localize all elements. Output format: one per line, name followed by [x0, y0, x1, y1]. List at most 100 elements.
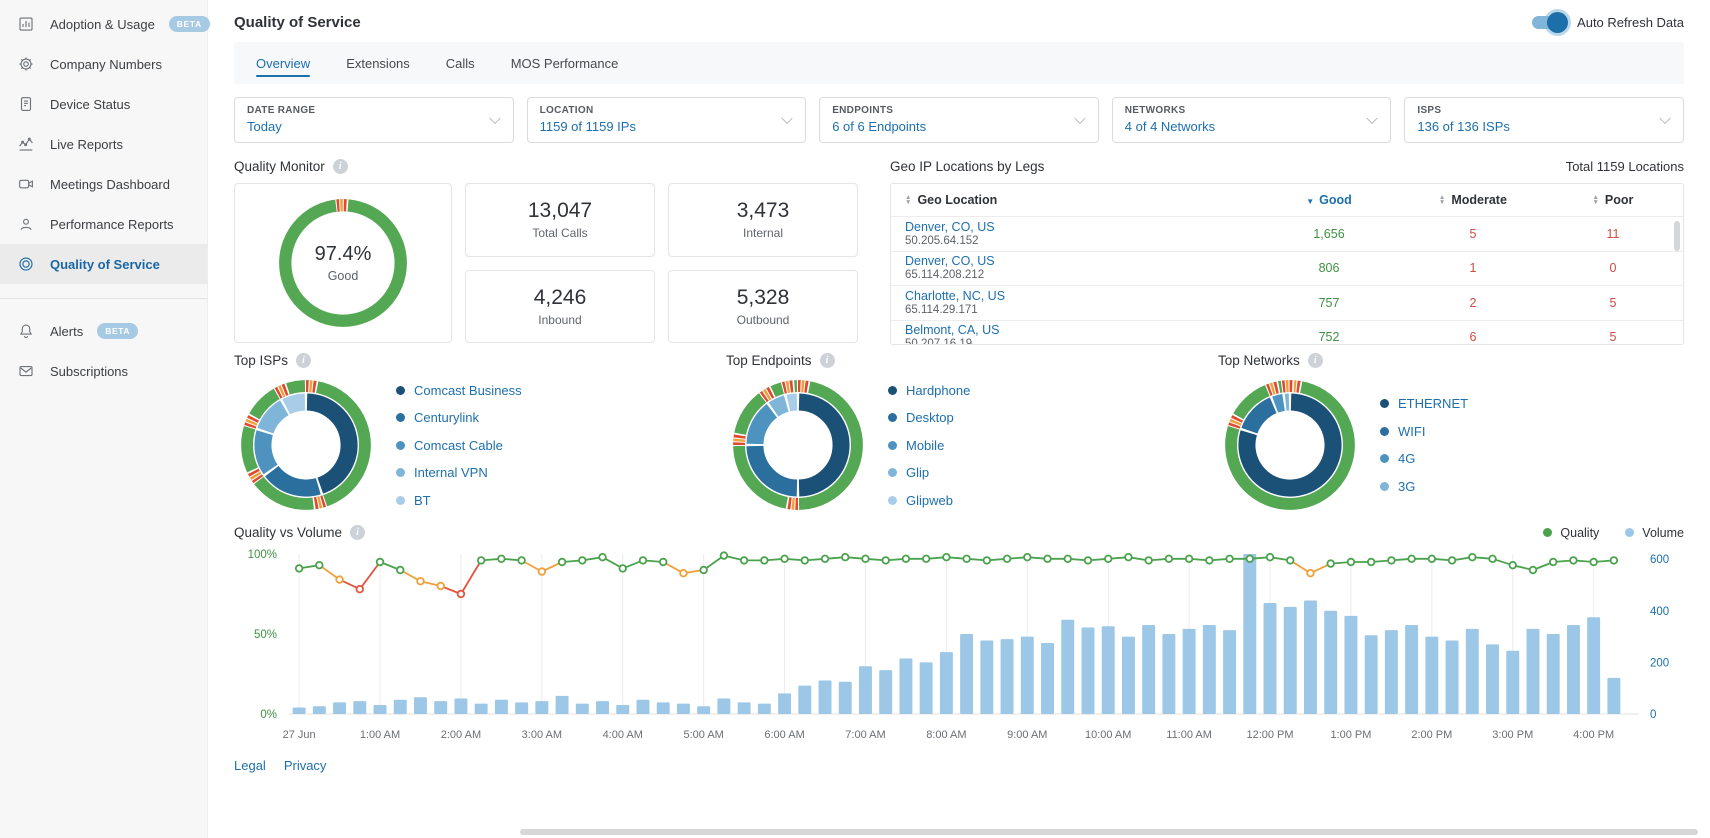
- legend-bullet-icon: [396, 441, 405, 450]
- filter-isps[interactable]: ISPS 136 of 136 ISPs: [1404, 97, 1684, 143]
- tab-mos-performance[interactable]: MOS Performance: [511, 42, 619, 84]
- legend-item[interactable]: ETHERNET: [1380, 396, 1468, 411]
- stat-value: 3,473: [737, 199, 790, 223]
- good-count: 1,656: [1255, 227, 1403, 241]
- filter-endpoints[interactable]: ENDPOINTS 6 of 6 Endpoints: [819, 97, 1099, 143]
- geo-table-sort-location[interactable]: ▲▼Geo Location: [905, 193, 1255, 207]
- beta-badge: BETA: [97, 323, 138, 339]
- sidebar-item-label: Quality of Service: [50, 257, 160, 272]
- info-icon[interactable]: i: [350, 525, 365, 540]
- poor-count: 5: [1543, 296, 1683, 310]
- good-count: 757: [1255, 296, 1403, 310]
- table-row: Denver, CO, US65.114.208.212 806 1 0: [891, 252, 1683, 287]
- table-row: Charlotte, NC, US65.114.29.171 757 2 5: [891, 286, 1683, 321]
- legend-item-quality[interactable]: Quality: [1543, 526, 1599, 540]
- good-count: 806: [1255, 261, 1403, 275]
- sidebar-item-subscriptions[interactable]: Subscriptions: [0, 351, 207, 391]
- table-row: Denver, CO, US50.205.64.152 1,656 5 11: [891, 217, 1683, 252]
- sidebar-item-live-reports[interactable]: Live Reports: [0, 124, 207, 164]
- sidebar-item-meetings-dashboard[interactable]: Meetings Dashboard: [0, 164, 207, 204]
- legend-item[interactable]: Mobile: [888, 438, 970, 453]
- legend-item[interactable]: Comcast Cable: [396, 438, 522, 453]
- legend-item-volume[interactable]: Volume: [1625, 526, 1684, 540]
- sidebar-item-alerts[interactable]: Alerts BETA: [0, 311, 207, 351]
- svg-text:0: 0: [1650, 709, 1656, 721]
- legend-bullet-icon: [888, 386, 897, 395]
- tab-calls[interactable]: Calls: [446, 42, 475, 84]
- auto-refresh-toggle[interactable]: [1532, 16, 1565, 29]
- sidebar-item-label: Device Status: [50, 97, 130, 112]
- tab-bar: Overview Extensions Calls MOS Performanc…: [234, 42, 1684, 84]
- moderate-count: 5: [1403, 227, 1543, 241]
- sidebar-item-performance-reports[interactable]: Performance Reports: [0, 204, 207, 244]
- top-endpoints-title: Top Endpoints: [726, 353, 812, 368]
- legend-bullet-icon: [888, 441, 897, 450]
- legend-item[interactable]: Internal VPN: [396, 465, 522, 480]
- legend-bullet-icon: [396, 413, 405, 422]
- legend-item[interactable]: 4G: [1380, 451, 1468, 466]
- page-header: Quality of Service Auto Refresh Data: [208, 0, 1710, 40]
- info-icon[interactable]: i: [1308, 353, 1323, 368]
- legend-item[interactable]: BT: [396, 493, 522, 508]
- svg-text:2:00 AM: 2:00 AM: [441, 729, 481, 741]
- sidebar-item-adoption-usage[interactable]: Adoption & Usage BETA: [0, 4, 207, 44]
- legend-item[interactable]: Hardphone: [888, 383, 970, 398]
- info-icon[interactable]: i: [296, 353, 311, 368]
- filter-networks[interactable]: NETWORKS 4 of 4 Networks: [1112, 97, 1392, 143]
- svg-text:7:00 AM: 7:00 AM: [845, 729, 885, 741]
- svg-text:400: 400: [1650, 606, 1669, 618]
- geo-table: ▲▼Geo Location ▼Good ▲▼Moderate ▲▼Poor D…: [890, 183, 1684, 345]
- stat-value: 13,047: [528, 199, 592, 223]
- legal-link[interactable]: Legal: [234, 758, 266, 773]
- sidebar-item-label: Live Reports: [50, 137, 123, 152]
- horizontal-scrollbar[interactable]: [520, 829, 1698, 835]
- legend-item[interactable]: WIFI: [1380, 424, 1468, 439]
- quality-vs-volume-title: Quality vs Volume: [234, 525, 342, 540]
- top-networks-title: Top Networks: [1218, 353, 1300, 368]
- geo-table-sort-good[interactable]: ▼Good: [1255, 193, 1403, 207]
- vertical-scrollbar[interactable]: [1674, 221, 1680, 251]
- legend-bullet-icon: [1543, 528, 1552, 537]
- sidebar-item-quality-of-service[interactable]: Quality of Service: [0, 244, 207, 284]
- svg-text:1:00 PM: 1:00 PM: [1330, 729, 1371, 741]
- geo-table-sort-moderate[interactable]: ▲▼Moderate: [1403, 193, 1543, 207]
- geo-table-sort-poor[interactable]: ▲▼Poor: [1543, 193, 1683, 207]
- svg-text:6:00 AM: 6:00 AM: [764, 729, 804, 741]
- svg-text:3:00 PM: 3:00 PM: [1492, 729, 1533, 741]
- legend-item[interactable]: Glip: [888, 465, 970, 480]
- sidebar-item-device-status[interactable]: Device Status: [0, 84, 207, 124]
- legend-item[interactable]: Desktop: [888, 410, 970, 425]
- geo-ip: 50.207.16.19: [905, 337, 1255, 345]
- geo-ip: 65.114.29.171: [905, 303, 1255, 317]
- geo-location-link[interactable]: Belmont, CA, US: [905, 323, 1255, 337]
- geo-location-link[interactable]: Charlotte, NC, US: [905, 289, 1255, 303]
- legend-item[interactable]: Comcast Business: [396, 383, 522, 398]
- legend-item[interactable]: 3G: [1380, 479, 1468, 494]
- filter-date-range[interactable]: DATE RANGE Today: [234, 97, 514, 143]
- toggle-knob: [1547, 12, 1568, 33]
- filter-location[interactable]: LOCATION 1159 of 1159 IPs: [527, 97, 807, 143]
- geo-location-link[interactable]: Denver, CO, US: [905, 254, 1255, 268]
- stat-card-outbound: 5,328 Outbound: [668, 270, 858, 344]
- tab-extensions[interactable]: Extensions: [346, 42, 410, 84]
- table-row: Belmont, CA, US50.207.16.19 752 6 5: [891, 321, 1683, 346]
- sidebar-item-label: Company Numbers: [50, 57, 162, 72]
- svg-text:100%: 100%: [248, 549, 277, 561]
- filter-value: 1159 of 1159 IPs: [540, 119, 794, 134]
- bar-chart-icon: [16, 14, 36, 34]
- sidebar-item-company-numbers[interactable]: Company Numbers: [0, 44, 207, 84]
- legend-item[interactable]: Glipweb: [888, 493, 970, 508]
- legend-item[interactable]: Centurylink: [396, 410, 522, 425]
- quality-monitor-title: Quality Monitor: [234, 159, 325, 174]
- svg-text:27 Jun: 27 Jun: [283, 729, 316, 741]
- stat-card-total-calls: 13,047 Total Calls: [465, 183, 655, 257]
- privacy-link[interactable]: Privacy: [284, 758, 327, 773]
- legend-bullet-icon: [1380, 454, 1389, 463]
- tab-overview[interactable]: Overview: [256, 42, 310, 84]
- video-camera-icon: [16, 174, 36, 194]
- info-icon[interactable]: i: [820, 353, 835, 368]
- geo-location-link[interactable]: Denver, CO, US: [905, 220, 1255, 234]
- info-icon[interactable]: i: [333, 159, 348, 174]
- stat-label: Internal: [743, 226, 783, 240]
- moderate-count: 6: [1403, 330, 1543, 344]
